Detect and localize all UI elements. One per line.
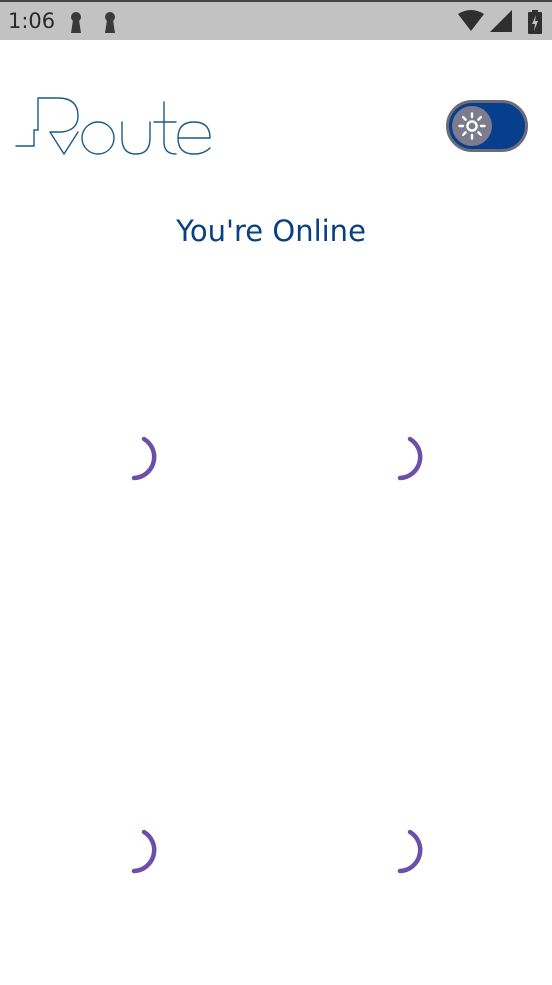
- sun-icon: [458, 112, 486, 140]
- status-bar: 1:06: [0, 0, 552, 40]
- wifi-icon: [458, 10, 484, 31]
- connection-status-text: You're Online: [176, 214, 366, 248]
- loading-spinner: [397, 829, 423, 874]
- loading-spinner: [397, 436, 423, 481]
- toggle-knob[interactable]: [452, 106, 492, 146]
- status-time: 1:06: [8, 9, 56, 33]
- keyhole-notification-icon: [71, 12, 81, 33]
- loading-spinner: [131, 436, 157, 481]
- loading-spinner: [131, 829, 157, 874]
- keyhole-notification-icon: [105, 12, 115, 33]
- theme-toggle[interactable]: [446, 100, 528, 152]
- cell-signal-icon: [490, 10, 512, 32]
- route-logo: [15, 97, 211, 155]
- battery-charging-icon: [528, 10, 542, 34]
